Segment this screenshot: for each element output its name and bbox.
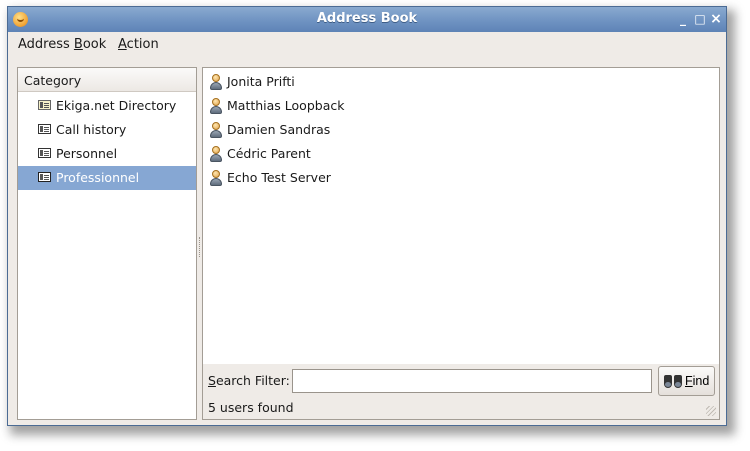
- addressbook-icon: [38, 172, 51, 182]
- search-label-mnemonic: S: [208, 373, 216, 388]
- address-book-window: Address Book _ □ × Address Book Action C…: [7, 6, 727, 426]
- category-label: Professionnel: [56, 170, 140, 185]
- menu-mnemonic: A: [118, 37, 127, 52]
- contact-name: Cédric Parent: [227, 146, 311, 161]
- category-pane: Category Ekiga.net Directory Call histor…: [17, 67, 197, 420]
- maximize-button[interactable]: □: [692, 10, 708, 28]
- close-button[interactable]: ×: [708, 10, 724, 28]
- menu-bar: Address Book Action: [8, 32, 726, 58]
- menu-label-post: ook: [82, 37, 107, 52]
- directory-icon: [38, 100, 51, 110]
- category-column-header[interactable]: Category: [18, 68, 196, 92]
- resize-grip-icon[interactable]: [706, 406, 716, 416]
- category-item-ekiga-directory[interactable]: Ekiga.net Directory: [18, 94, 196, 118]
- contact-name: Damien Sandras: [227, 122, 331, 137]
- contact-row[interactable]: Matthias Loopback: [203, 94, 719, 118]
- menu-label-post: ction: [126, 37, 159, 52]
- contact-row[interactable]: Echo Test Server: [203, 166, 719, 190]
- find-button[interactable]: Find: [658, 366, 715, 396]
- category-item-call-history[interactable]: Call history: [18, 118, 196, 142]
- user-icon: [210, 74, 222, 90]
- minimize-button[interactable]: _: [675, 10, 691, 28]
- category-item-professionnel[interactable]: Professionnel: [18, 166, 196, 190]
- contact-row[interactable]: Jonita Prifti: [203, 70, 719, 94]
- find-label: Find: [685, 374, 709, 388]
- menu-address-book[interactable]: Address Book: [18, 37, 106, 52]
- search-filter-label: Search Filter:: [208, 373, 290, 388]
- category-label: Call history: [56, 122, 127, 137]
- category-label: Personnel: [56, 146, 118, 161]
- status-text: 5 users found: [208, 400, 294, 415]
- find-label-mnemonic: F: [685, 374, 693, 388]
- user-icon: [210, 98, 222, 114]
- menu-mnemonic: B: [73, 37, 83, 52]
- user-icon: [210, 170, 222, 186]
- window-title: Address Book: [316, 11, 418, 26]
- search-filter-input[interactable]: [292, 369, 652, 393]
- category-item-personnel[interactable]: Personnel: [18, 142, 196, 166]
- menu-label-pre: Address: [18, 37, 74, 52]
- user-icon: [210, 122, 222, 138]
- binoculars-icon: [663, 375, 683, 388]
- contact-name: Matthias Loopback: [227, 98, 345, 113]
- contact-name: Jonita Prifti: [227, 74, 295, 89]
- addressbook-icon: [38, 148, 51, 158]
- category-label: Ekiga.net Directory: [56, 98, 177, 113]
- user-icon: [210, 146, 222, 162]
- contact-row[interactable]: Damien Sandras: [203, 118, 719, 142]
- contact-name: Echo Test Server: [227, 170, 331, 185]
- contacts-pane: Jonita Prifti Matthias Loopback Damien S…: [202, 67, 720, 420]
- title-bar[interactable]: Address Book _ □ ×: [8, 7, 726, 32]
- contact-row[interactable]: Cédric Parent: [203, 142, 719, 166]
- search-label-rest: earch Filter:: [215, 373, 290, 388]
- menu-action[interactable]: Action: [118, 37, 159, 52]
- find-label-rest: ind: [692, 374, 710, 388]
- addressbook-icon: [38, 124, 51, 134]
- contact-list: Jonita Prifti Matthias Loopback Damien S…: [203, 68, 719, 364]
